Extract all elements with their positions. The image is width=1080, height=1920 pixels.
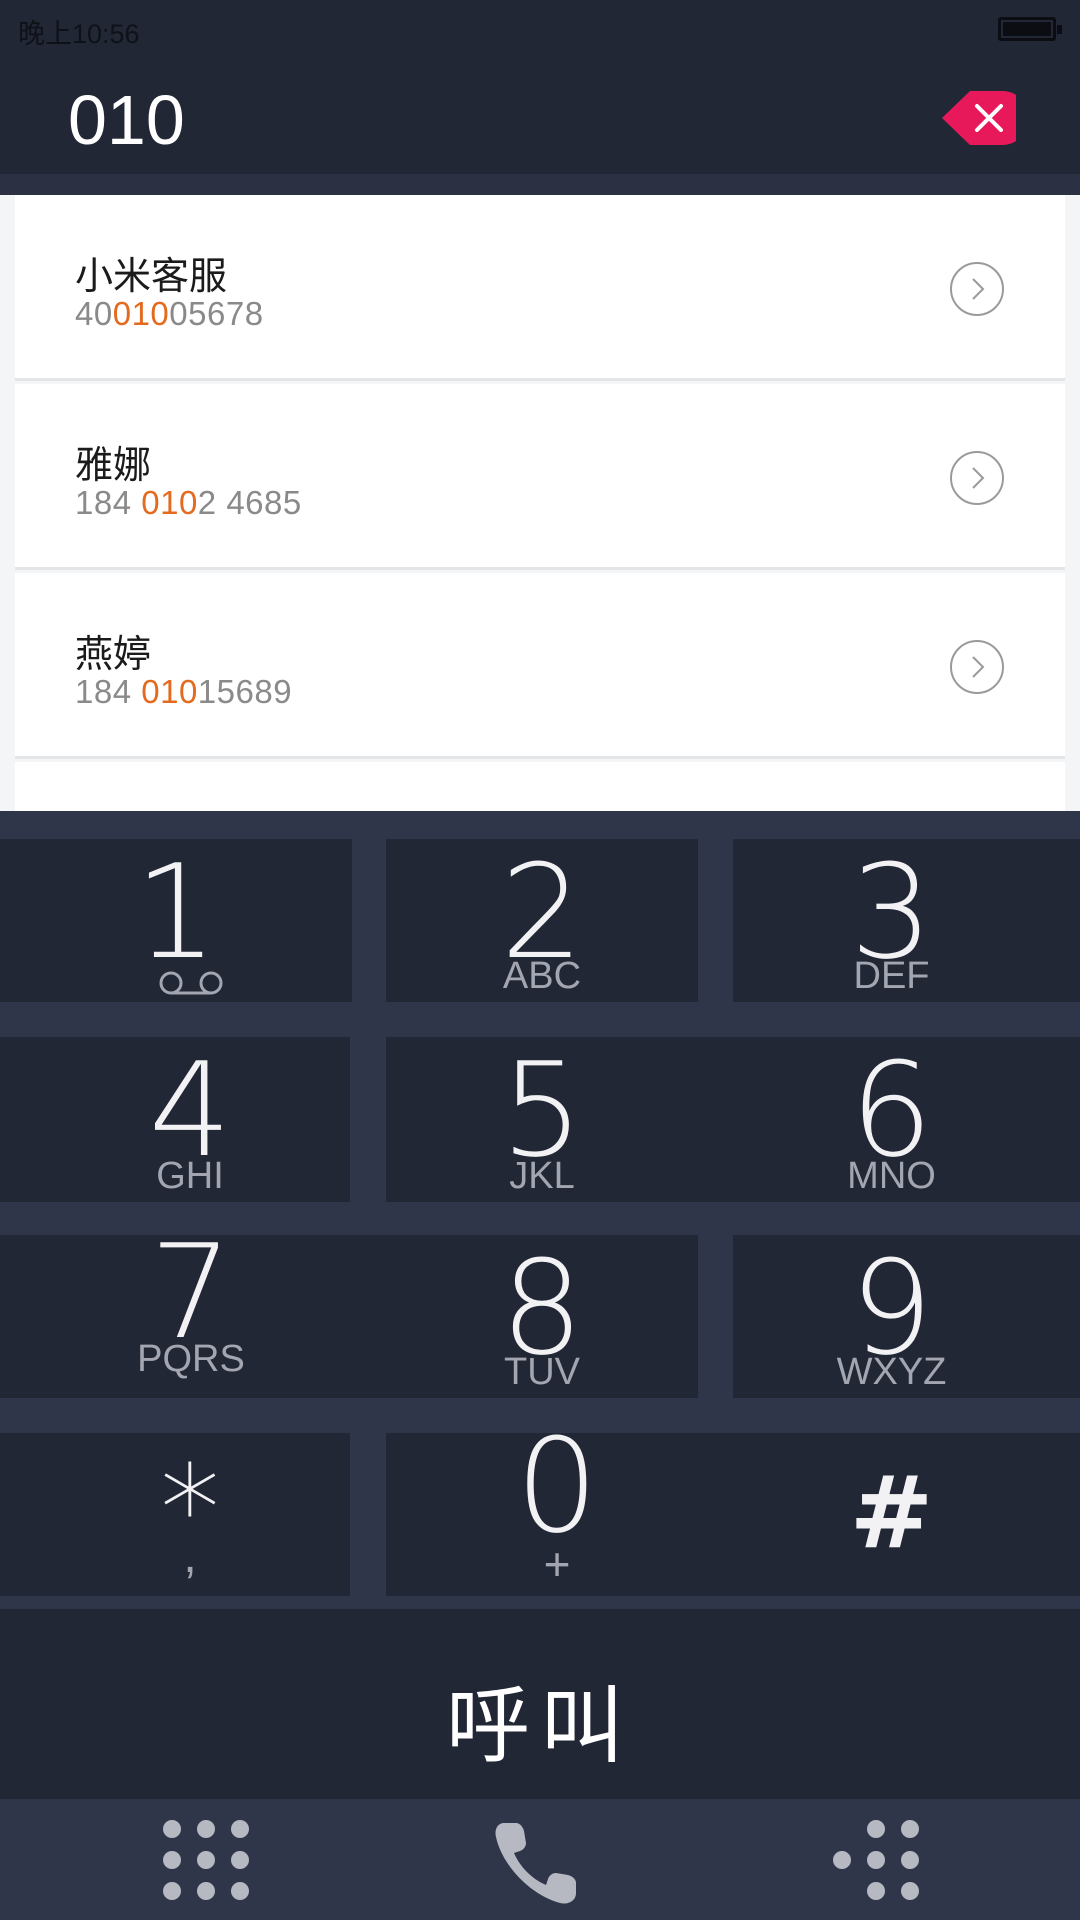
list-item[interactable]: 小米客服 4001005678 (15, 195, 1065, 381)
contact-detail-button[interactable] (949, 261, 1005, 317)
key-letters: TUV (504, 1351, 580, 1393)
voicemail-icon (159, 971, 223, 995)
number-suffix: 15689 (197, 673, 293, 710)
contact-name: 小米客服 (75, 254, 228, 298)
number-match: 010 (141, 673, 198, 710)
chevron-right-circle-icon (950, 262, 1004, 316)
bottom-nav (0, 1799, 1080, 1920)
number-suffix: 05678 (169, 295, 264, 332)
key-digit: # (849, 1454, 934, 1571)
dial-keypad: 1 2 ABC 3 DEF 4 GHI 5 JKL 6 MNO 7 PQRS 8… (0, 811, 1080, 1609)
key-digit: 1 (134, 836, 218, 988)
key-letters: , (183, 1530, 197, 1583)
phone-icon[interactable] (492, 1819, 582, 1907)
number-prefix: 184 (75, 673, 142, 710)
key-letters: + (543, 1538, 571, 1590)
key-letters: MNO (847, 1155, 936, 1197)
key-hash[interactable]: # (733, 1433, 1080, 1596)
contact-number: 184 01015689 (75, 673, 292, 711)
contact-name: 雅娜 (75, 443, 152, 487)
backspace-button[interactable] (940, 88, 1029, 148)
contact-results-list: 小米客服 4001005678 雅娜 184 0102 4685 燕婷 184 … (0, 195, 1080, 811)
speed-dial-icon[interactable] (828, 1817, 922, 1903)
key-letters: ABC (502, 955, 582, 997)
battery-full-icon (998, 17, 1062, 41)
contact-detail-button[interactable] (949, 450, 1005, 506)
call-button[interactable]: 呼叫 (0, 1609, 1080, 1799)
key-3[interactable]: 3 DEF (733, 839, 1080, 1002)
chevron-right-circle-icon (950, 451, 1004, 505)
contact-number: 4001005678 (75, 295, 264, 333)
number-match: 010 (141, 484, 198, 521)
key-star[interactable]: * , (0, 1433, 350, 1596)
keypad-icon[interactable] (160, 1817, 252, 1903)
key-1[interactable]: 1 (0, 839, 352, 1002)
dialed-number: 010 (68, 81, 185, 159)
key-digit: 0 (515, 1410, 599, 1562)
contact-detail-button[interactable] (949, 639, 1005, 695)
call-label: 呼叫 (445, 1677, 634, 1775)
chevron-right-circle-icon (950, 640, 1004, 694)
number-suffix: 2 4685 (197, 484, 302, 521)
number-match: 010 (112, 295, 170, 332)
backspace-icon (942, 91, 1029, 145)
header-divider (0, 174, 1080, 195)
key-6[interactable]: 6 MNO (733, 1037, 1080, 1202)
list-item[interactable] (15, 762, 1065, 811)
dial-header: 010 (0, 58, 1080, 174)
key-9[interactable]: 9 WXYZ (733, 1235, 1080, 1398)
list-item[interactable]: 雅娜 184 0102 4685 (15, 384, 1065, 570)
number-prefix: 40 (75, 295, 113, 332)
key-letters: PQRS (137, 1338, 245, 1380)
key-2[interactable]: 2 ABC (386, 839, 698, 1002)
key-letters: JKL (509, 1155, 575, 1197)
status-bar: 晚上10:56 (0, 0, 1080, 58)
number-prefix: 184 (75, 484, 142, 521)
key-4[interactable]: 4 GHI (0, 1037, 350, 1202)
list-item[interactable]: 燕婷 184 01015689 (15, 573, 1065, 759)
key-8[interactable]: 8 TUV (386, 1235, 698, 1398)
key-letters: WXYZ (836, 1351, 947, 1393)
key-letters: GHI (156, 1155, 224, 1197)
key-letters: DEF (853, 955, 930, 997)
status-time: 晚上10:56 (18, 19, 140, 49)
contact-name: 燕婷 (75, 632, 152, 676)
contact-number: 184 0102 4685 (75, 484, 302, 522)
